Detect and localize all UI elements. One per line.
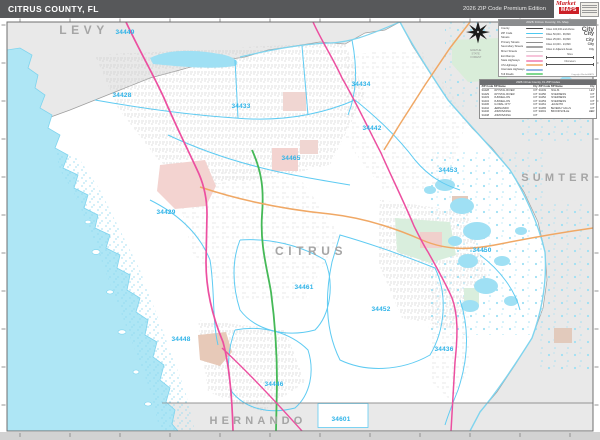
logo-box-text: MAPS bbox=[559, 7, 579, 14]
zip-code-table: 2026 Citrus County, FL ZIP Codes ZIP Cod… bbox=[479, 79, 597, 119]
zip-label-34452: 34452 bbox=[371, 306, 390, 313]
legend-item-label: Minor Streets bbox=[501, 50, 517, 53]
legend-city-label: Cities 25,000 - 49,999 bbox=[546, 37, 571, 41]
zip-label-34442: 34442 bbox=[362, 125, 381, 132]
county-label-levy: LEVY bbox=[59, 23, 109, 37]
logo-fineprint-box bbox=[580, 2, 599, 17]
zip-table-header: ZIP Code bbox=[538, 85, 551, 88]
zip-label-34449: 34449 bbox=[115, 29, 134, 36]
legend-line-swatch bbox=[526, 68, 543, 71]
zip-table-row-34448: 34448 HOMOSASSA CIT bbox=[482, 114, 538, 117]
legend-line-swatch bbox=[526, 32, 543, 35]
zip-table-header: ZIP Name bbox=[550, 85, 563, 88]
legend-city-label: Cities in Adjacent Areas bbox=[546, 47, 573, 51]
kilometers-scale-bar: Kilometers bbox=[546, 60, 594, 66]
miles-scale-bar: Miles bbox=[546, 53, 594, 59]
ridge-manor-urban bbox=[554, 328, 572, 343]
legend-line-swatch bbox=[526, 46, 543, 48]
legend-city-label: Cities 10,000 - 24,999 bbox=[546, 42, 571, 46]
zip-table-header: Cty bbox=[590, 85, 595, 88]
title-bar: CITRUS COUNTY, FL 2026 ZIP Code Premium … bbox=[0, 0, 554, 18]
legend-city-sample: City bbox=[589, 47, 594, 51]
zip-label-34601: 34601 bbox=[331, 416, 350, 423]
legend-line-swatch bbox=[526, 51, 543, 52]
zip-table-header: ZIP Code bbox=[481, 85, 494, 88]
legend-item-label: US Highways bbox=[501, 63, 518, 67]
bottom-margin bbox=[0, 432, 600, 440]
map-title: CITRUS COUNTY, FL bbox=[8, 4, 99, 14]
county-label-sumter: SUMTER bbox=[521, 172, 593, 184]
legend-city-label: Cities 100,000 and Above bbox=[546, 27, 575, 31]
logo-script-text: Market bbox=[556, 0, 576, 7]
zip-label-34465: 34465 bbox=[281, 155, 300, 162]
legend-city-sample: City bbox=[587, 42, 594, 46]
zip-table-cell: BROOKSVILLE bbox=[550, 110, 570, 114]
legend-line-items: County ZIP Code Streets Primary Streets Seco… bbox=[499, 26, 544, 77]
map-legend: 2026 Citrus County, FL Map County ZIP Cod… bbox=[498, 19, 597, 77]
legend-item-label: Primary Streets bbox=[501, 40, 520, 44]
legend-item-label: Interstate Highways bbox=[501, 68, 525, 72]
zip-label-34429: 34429 bbox=[156, 209, 175, 216]
zip-label-34450: 34450 bbox=[472, 247, 491, 254]
legend-credit: Copyright MarketMAPS bbox=[571, 73, 594, 76]
county-label-citrus: CITRUS bbox=[275, 244, 347, 258]
zip-table-header: Cty bbox=[533, 85, 538, 88]
zip-table-cell: HER bbox=[588, 110, 595, 114]
legend-line-swatch bbox=[526, 41, 543, 44]
legend-city-row: Cities in Adjacent Areas City bbox=[546, 47, 594, 52]
zip-table-cell: 34601 bbox=[538, 110, 546, 114]
legend-line-swatch bbox=[526, 64, 543, 67]
zip-table-header: ZIP Name bbox=[493, 85, 506, 88]
lakes-texture-sumter bbox=[540, 200, 593, 370]
legend-item-label: Streets bbox=[501, 36, 510, 40]
legend-row-toll-roads: Toll Roads bbox=[501, 72, 543, 77]
zip-table-row-34601: 34601 BROOKSVILLE HER bbox=[539, 110, 595, 113]
legend-city-label: Cities 50,000 - 99,999 bbox=[546, 32, 571, 36]
county-label-hernando: HERNANDO bbox=[210, 415, 307, 427]
zip-label-34428: 34428 bbox=[112, 92, 131, 99]
zip-label-34453: 34453 bbox=[438, 167, 457, 174]
legend-item-label: County bbox=[501, 27, 510, 31]
legend-item-label: Secondary Streets bbox=[501, 45, 524, 49]
zip-label-34433: 34433 bbox=[231, 103, 250, 110]
zip-table-cell: CIT bbox=[533, 113, 538, 117]
marketmaps-logo: Market MAPS bbox=[554, 0, 600, 18]
edition-label: 2026 ZIP Code Premium Edition bbox=[462, 6, 546, 12]
legend-item-label: Toll Roads bbox=[501, 72, 514, 76]
zip-table-right-group: ZIP Code ZIP Name Cty 34449 INGLIS LEV 34450 IN… bbox=[538, 85, 595, 117]
zip-label-34446: 34446 bbox=[264, 381, 283, 388]
zip-table-cell: HOMOSASSA bbox=[493, 113, 511, 117]
legend-line-swatch bbox=[526, 28, 543, 30]
map-page: GOETHE STATE FOREST LEVY CITRUS SUMTER HERN… bbox=[0, 0, 600, 440]
legend-line-swatch bbox=[526, 73, 543, 76]
legend-item-label: ZIP Code bbox=[501, 31, 513, 35]
zip-label-34434: 34434 bbox=[351, 81, 370, 88]
zip-table-cell: 34448 bbox=[481, 113, 489, 117]
legend-line-swatch bbox=[526, 37, 543, 39]
legend-city-items: Cities 100,000 and Above City Cities 50,00… bbox=[546, 26, 594, 52]
legend-city-sample: City bbox=[585, 36, 594, 42]
forest-label: GOETHE STATE FOREST bbox=[470, 48, 482, 59]
zip-label-34436: 34436 bbox=[434, 346, 453, 353]
dunnellon-urban bbox=[283, 92, 306, 111]
legend-line-swatch bbox=[526, 55, 543, 57]
zip-label-34448: 34448 bbox=[171, 336, 190, 343]
zip-label-34461: 34461 bbox=[294, 284, 313, 291]
citrus-springs-urban bbox=[300, 140, 318, 154]
legend-line-swatch bbox=[526, 59, 543, 62]
legend-item-label: State Highways bbox=[501, 59, 520, 63]
zip-table-left-group: ZIP Code ZIP Name Cty 34428 CRYSTAL RIVER CIT… bbox=[481, 85, 538, 117]
legend-item-label: Exit Ramps bbox=[501, 54, 515, 58]
